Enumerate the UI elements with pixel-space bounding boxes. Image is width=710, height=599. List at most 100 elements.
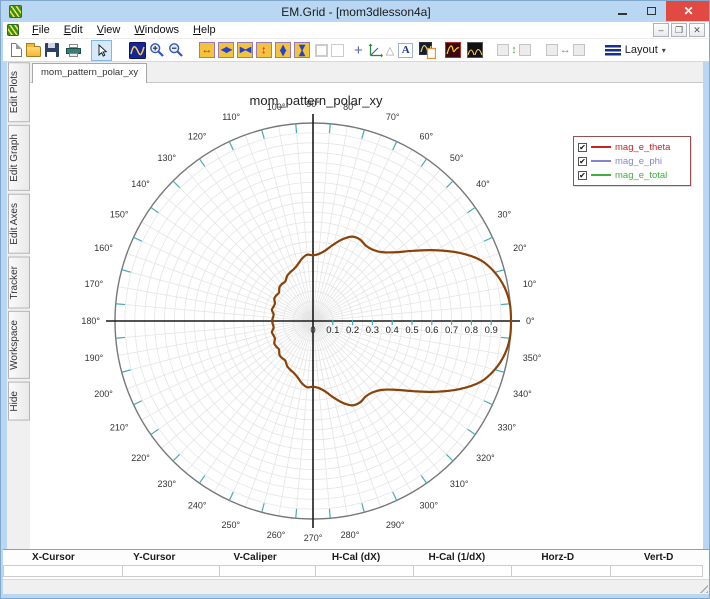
pointer-tool-button[interactable] (91, 39, 112, 61)
frame-thin-icon (331, 43, 344, 57)
resize-grip[interactable] (696, 581, 708, 593)
readout-label-v-caliper: V-Caliper (233, 552, 277, 563)
angle-label: 290° (386, 520, 405, 530)
sidebar-tab-edit-plots[interactable]: Edit Plots (8, 62, 30, 123)
arrows-horizontal-out-button[interactable]: ◀▶ (218, 42, 234, 58)
open-folder-icon (26, 43, 41, 57)
frame-icon (315, 43, 328, 57)
menu-item-view[interactable]: View (90, 23, 128, 37)
angle-label: 240° (188, 500, 207, 510)
h-space-right-button[interactable] (572, 41, 585, 60)
zoom-in-button[interactable] (149, 41, 165, 60)
svg-text:0.1: 0.1 (326, 325, 339, 336)
legend-row-mag_e_total: ✔ mag_e_total (578, 168, 686, 182)
h-space-arrows-button[interactable]: ↔ (560, 41, 571, 60)
arrows-vertical-in-button[interactable]: ▶◀ (294, 42, 310, 58)
arrows-horizontal-in-button[interactable]: ▶◀ (237, 42, 253, 58)
text-tool-icon: A (398, 42, 414, 58)
chevron-down-icon: ▾ (661, 45, 666, 55)
angle-label: 20° (513, 243, 527, 253)
new-button[interactable] (11, 41, 22, 60)
maximize-icon (647, 7, 656, 15)
svg-text:0.4: 0.4 (386, 325, 399, 336)
plot-style-b-button[interactable] (467, 41, 484, 60)
sidebar-tab-edit-axes[interactable]: Edit Axes (8, 194, 30, 254)
maximize-button[interactable] (637, 1, 666, 21)
angle-label: 180° (81, 316, 100, 326)
legend-checkbox-mag_e_total[interactable]: ✔ (578, 170, 587, 180)
toolbar: ↔ ◀▶ ▶◀ ↔ ◀▶ ▶◀ + △ A ↕ ↔ Layout ▾ (3, 39, 709, 62)
document-logo-icon[interactable] (7, 24, 19, 36)
print-button[interactable] (66, 41, 81, 60)
readout-value-cell (122, 565, 220, 577)
plot-style-a-button[interactable] (445, 41, 462, 60)
mdi-minimize-button[interactable]: – (653, 23, 669, 37)
readout-label-vert-d: Vert-D (643, 552, 674, 563)
v-space-right-button[interactable] (518, 41, 531, 60)
readout-label-horz-d: Horz-D (541, 552, 575, 563)
svg-text:0.5: 0.5 (405, 325, 418, 336)
text-tool-button[interactable]: A (398, 41, 414, 60)
sidebar-tab-edit-graph[interactable]: Edit Graph (8, 125, 30, 192)
legend-checkbox-mag_e_phi[interactable]: ✔ (578, 156, 587, 166)
legend: ✔ mag_e_theta ✔ mag_e_phi ✔ mag_e_total (573, 136, 691, 186)
menu-item-windows[interactable]: Windows (127, 23, 186, 37)
gray-box-icon (497, 44, 510, 56)
arrows-vertical-in-icon: ▶◀ (298, 44, 307, 56)
expand-horizontal-button[interactable]: ↔ (199, 42, 215, 58)
plot-zoom-tool-button[interactable] (129, 41, 146, 60)
angle-label: 280° (341, 530, 360, 540)
add-marker-button[interactable]: + (354, 41, 363, 60)
angle-label: 40° (476, 179, 490, 189)
close-button[interactable]: ✕ (666, 1, 709, 21)
minimize-button[interactable] (608, 1, 637, 21)
angle-label: 300° (420, 500, 439, 510)
status-bar (3, 579, 709, 594)
axes-tool-button[interactable] (368, 41, 383, 60)
angle-label: 30° (497, 210, 511, 220)
mdi-close-button[interactable]: ✕ (689, 23, 705, 37)
chart-title: mom_pattern_polar_xy (250, 93, 383, 108)
legend-checkbox-mag_e_theta[interactable]: ✔ (578, 142, 587, 152)
dark-plot-icon (467, 42, 484, 58)
mdi-restore-button[interactable]: ❐ (671, 23, 687, 37)
menu-item-file[interactable]: File (25, 23, 57, 37)
zoom-out-button[interactable] (168, 41, 184, 60)
v-space-arrows-button[interactable]: ↕ (511, 41, 517, 60)
legend-label: mag_e_theta (615, 141, 671, 153)
angle-label: 220° (131, 453, 150, 463)
frame-tool-button[interactable] (315, 41, 328, 60)
angle-label: 250° (222, 520, 241, 530)
v-space-left-button[interactable] (497, 41, 510, 60)
layout-button[interactable]: Layout ▾ (601, 41, 670, 60)
legend-label: mag_e_phi (615, 155, 663, 167)
menu-bar: File Edit View Windows Help – ❐ ✕ (3, 22, 709, 39)
arrows-vertical-out-button[interactable]: ◀▶ (275, 42, 291, 58)
axes-icon (368, 43, 383, 57)
angle-label: 350° (523, 353, 542, 363)
legend-line-sample (591, 160, 611, 162)
sidebar-tab-hide[interactable]: Hide (8, 382, 30, 421)
tab-mom-pattern-polar-xy[interactable]: mom_pattern_polar_xy (32, 63, 148, 83)
frame-tool-2-button[interactable] (331, 41, 344, 60)
h-space-left-button[interactable] (545, 41, 558, 60)
save-button[interactable] (45, 41, 59, 60)
angle-label: 260° (267, 530, 286, 540)
triangle-tool-button[interactable]: △ (386, 41, 394, 60)
copy-plot-button[interactable] (419, 41, 437, 60)
menu-item-edit[interactable]: Edit (57, 23, 90, 37)
readout-value-cell (315, 565, 414, 577)
sidebar-tab-workspace[interactable]: Workspace (8, 311, 30, 380)
angle-label: 160° (94, 243, 113, 253)
menu-item-help[interactable]: Help (186, 23, 223, 37)
angle-label: 140° (131, 179, 150, 189)
svg-text:0.2: 0.2 (346, 325, 359, 336)
expand-vertical-button[interactable]: ↔ (256, 42, 272, 58)
app-window: EM.Grid - [mom3dlesson4a] ✕ File Edit View… (0, 0, 710, 599)
arrows-horizontal-out-icon: ◀▶ (220, 45, 232, 54)
angle-label: 310° (450, 479, 469, 489)
sidebar-tab-tracker[interactable]: Tracker (8, 256, 30, 309)
svg-text:0.3: 0.3 (366, 325, 379, 336)
angle-label: 270° (304, 533, 323, 543)
open-button[interactable] (26, 41, 41, 60)
